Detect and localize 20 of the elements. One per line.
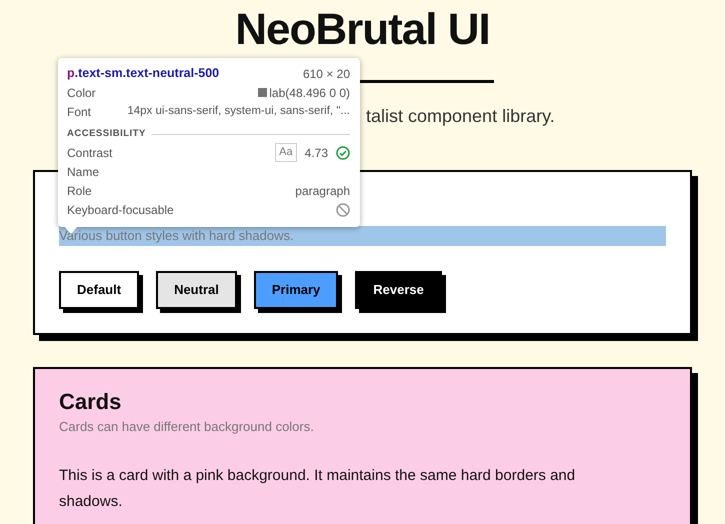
property-label: Keyboard-focusable <box>67 202 174 218</box>
property-value: lab(48.496 0 0) <box>269 84 350 102</box>
contrast-sample: Aa <box>275 143 297 162</box>
section-heading: ACCESSIBILITY <box>67 126 146 141</box>
card-title: Cards <box>59 389 122 416</box>
property-label: Role <box>67 182 92 200</box>
property-label: Contrast <box>67 144 112 162</box>
color-swatch-icon <box>258 88 268 97</box>
property-value: paragraph <box>295 182 350 200</box>
section-description: Various button styles with hard shadows. <box>59 226 666 246</box>
property-label: Name <box>67 164 100 180</box>
page-subtitle: talist component library. <box>366 105 556 128</box>
property-value: 14px ui-sans-serif, system-ui, sans-serif, "... <box>127 104 350 119</box>
contrast-ratio: 4.73 <box>304 144 328 162</box>
element-selector: p.text-sm.text-neutral-500 <box>67 65 220 82</box>
element-size: 610 × 20 <box>302 66 350 82</box>
card-body-text: This is a card with a pink background. It maintains the same hard borders and shadows. <box>59 466 576 512</box>
property-label: Color <box>67 84 96 102</box>
card-description: Cards can have different background colors. <box>59 418 315 436</box>
property-label: Font <box>67 104 92 120</box>
